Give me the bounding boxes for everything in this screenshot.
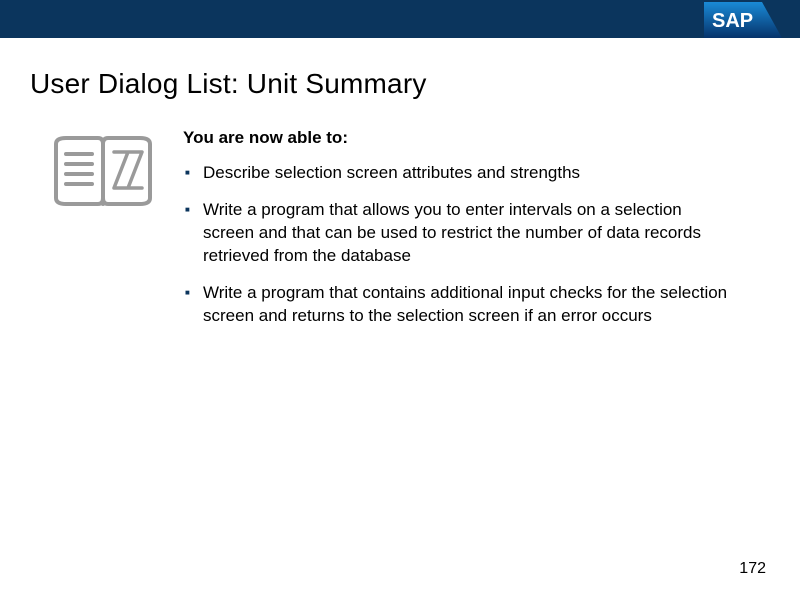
header-gap: [0, 38, 800, 50]
header-bar: SAP: [0, 0, 800, 38]
slide-container: SAP User Dialog List: Unit Summary: [0, 0, 800, 600]
page-number: 172: [739, 560, 766, 578]
text-column: You are now able to: Describe selection …: [183, 128, 770, 342]
content-row: You are now able to: Describe selection …: [0, 100, 800, 342]
list-item: Write a program that contains additional…: [183, 282, 730, 328]
list-item: Describe selection screen attributes and…: [183, 162, 730, 185]
logo-text: SAP: [712, 10, 753, 32]
open-book-icon: [48, 199, 158, 216]
sap-logo: SAP: [704, 2, 782, 43]
page-title: User Dialog List: Unit Summary: [0, 50, 800, 100]
bullet-list: Describe selection screen attributes and…: [183, 162, 730, 328]
icon-column: [48, 128, 183, 342]
list-item: Write a program that allows you to enter…: [183, 199, 730, 268]
lead-text: You are now able to:: [183, 128, 730, 148]
